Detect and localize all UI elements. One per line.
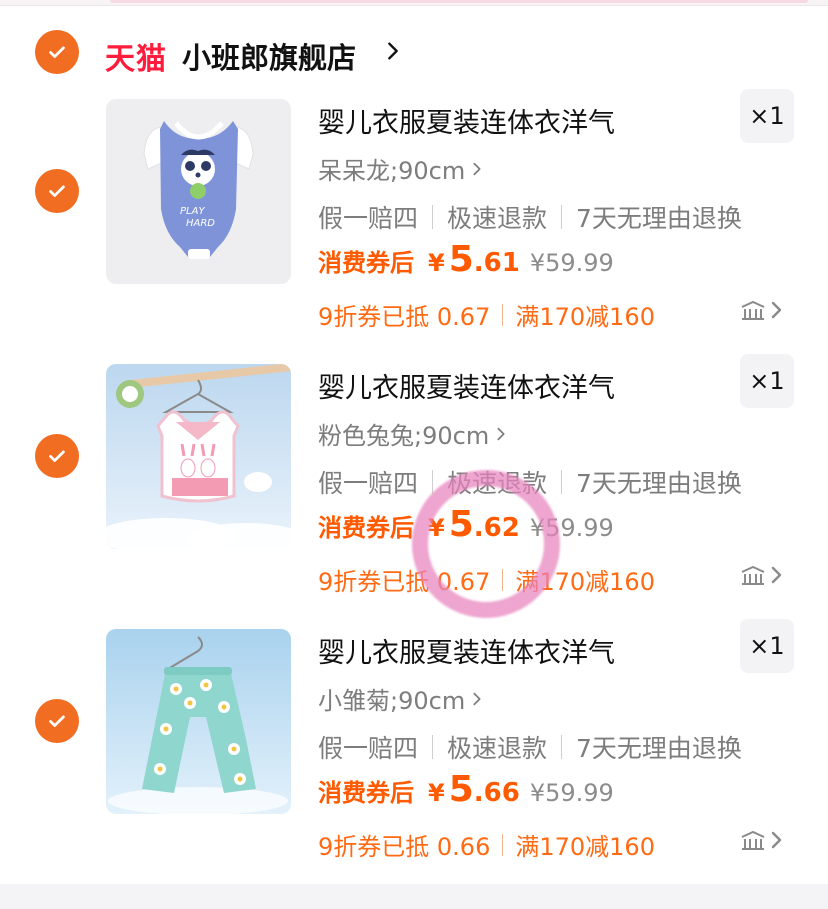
coupon-promo: 满170减160 bbox=[515, 568, 655, 596]
cart-item: 婴儿衣服夏装连体衣洋气 ×1 小雏菊;90cm 假一赔四 极速退款 7天无理由退… bbox=[0, 619, 828, 879]
service-tag: 极速退款 bbox=[447, 204, 548, 233]
chevron-right-icon bbox=[771, 566, 782, 584]
coupon-discount: 9折券已抵 0.66 bbox=[318, 833, 491, 861]
service-tag: 7天无理由退换 bbox=[576, 469, 742, 498]
service-tag: 假一赔四 bbox=[318, 734, 419, 763]
price-row: 消费券后 ¥ 5 .66 ¥59.99 bbox=[318, 769, 614, 810]
service-tag: 假一赔四 bbox=[318, 204, 419, 233]
item-select-checkbox[interactable] bbox=[35, 434, 79, 478]
price-decimal: .61 bbox=[473, 248, 520, 278]
price-detail-button[interactable] bbox=[740, 564, 784, 586]
price-row: 消费券后 ¥ 5 .62 ¥59.99 bbox=[318, 504, 614, 545]
coupon-row: 9折券已抵 0.67 满170减160 bbox=[318, 562, 655, 597]
svg-text:HARD: HARD bbox=[186, 218, 215, 229]
currency-symbol: ¥ bbox=[428, 779, 445, 807]
original-price: ¥59.99 bbox=[529, 249, 614, 277]
service-tag: 极速退款 bbox=[447, 469, 548, 498]
price-label: 消费券后 bbox=[318, 514, 414, 542]
price-label: 消费券后 bbox=[318, 779, 414, 807]
item-select-checkbox[interactable] bbox=[35, 699, 79, 743]
quantity-badge[interactable]: ×1 bbox=[740, 354, 794, 408]
service-tags: 假一赔四 极速退款 7天无理由退换 bbox=[318, 464, 742, 500]
price-decimal: .66 bbox=[473, 778, 520, 808]
bottom-divider-bar bbox=[0, 884, 828, 909]
currency-symbol: ¥ bbox=[428, 514, 445, 542]
product-image[interactable]: PLAY HARD bbox=[106, 99, 291, 284]
chevron-right-icon bbox=[473, 162, 481, 175]
quantity-badge[interactable]: ×1 bbox=[740, 619, 794, 673]
pants-image bbox=[106, 629, 291, 814]
price-integer: 5 bbox=[448, 239, 474, 280]
original-price: ¥59.99 bbox=[529, 514, 614, 542]
product-title[interactable]: 婴儿衣服夏装连体衣洋气 bbox=[318, 366, 615, 405]
service-tag: 7天无理由退换 bbox=[576, 204, 742, 233]
service-tag: 7天无理由退换 bbox=[576, 734, 742, 763]
sku-label: 呆呆龙;90cm bbox=[318, 157, 466, 185]
coupon-row: 9折券已抵 0.66 满170减160 bbox=[318, 827, 655, 862]
product-title[interactable]: 婴儿衣服夏装连体衣洋气 bbox=[318, 631, 615, 670]
price-decimal: .62 bbox=[473, 513, 520, 543]
service-tag: 极速退款 bbox=[447, 734, 548, 763]
quantity-badge[interactable]: ×1 bbox=[740, 89, 794, 143]
cart-item: 婴儿衣服夏装连体衣洋气 ×1 粉色兔兔;90cm 假一赔四 极速退款 7天无理由… bbox=[0, 354, 828, 614]
service-tags: 假一赔四 极速退款 7天无理由退换 bbox=[318, 199, 742, 235]
price-detail-icon bbox=[741, 830, 765, 850]
onesie-image: PLAY HARD bbox=[106, 99, 291, 284]
chevron-right-icon bbox=[771, 831, 782, 849]
price-label: 消费券后 bbox=[318, 249, 414, 277]
store-select-checkbox[interactable] bbox=[35, 30, 79, 74]
chevron-right-icon[interactable] bbox=[382, 40, 404, 62]
product-image[interactable] bbox=[106, 629, 291, 814]
chevron-right-icon bbox=[771, 301, 782, 319]
tmall-logo: 天猫 bbox=[105, 42, 167, 77]
sku-label: 小雏菊;90cm bbox=[318, 687, 466, 715]
price-detail-button[interactable] bbox=[740, 299, 784, 321]
chevron-right-icon bbox=[473, 692, 481, 705]
divider bbox=[110, 0, 808, 3]
product-title[interactable]: 婴儿衣服夏装连体衣洋气 bbox=[318, 101, 615, 140]
price-integer: 5 bbox=[448, 769, 474, 810]
vest-image bbox=[106, 364, 291, 549]
service-tags: 假一赔四 极速退款 7天无理由退换 bbox=[318, 729, 742, 765]
coupon-promo: 满170减160 bbox=[515, 303, 655, 331]
price-detail-icon bbox=[741, 565, 765, 585]
coupon-discount: 9折券已抵 0.67 bbox=[318, 303, 491, 331]
price-detail-button[interactable] bbox=[740, 829, 784, 851]
chevron-right-icon bbox=[497, 427, 505, 440]
sku-selector[interactable]: 粉色兔兔;90cm bbox=[318, 416, 509, 451]
checkmark-icon bbox=[49, 46, 65, 58]
top-edge bbox=[0, 0, 828, 6]
sku-selector[interactable]: 呆呆龙;90cm bbox=[318, 151, 485, 186]
currency-symbol: ¥ bbox=[428, 249, 445, 277]
item-select-checkbox[interactable] bbox=[35, 169, 79, 213]
price-detail-icon bbox=[741, 300, 765, 320]
coupon-promo: 满170减160 bbox=[515, 833, 655, 861]
checkmark-icon bbox=[49, 450, 65, 462]
cart-item: PLAY HARD 婴儿衣服夏装连体衣洋气 ×1 呆呆龙;90cm 假一赔四 极… bbox=[0, 89, 828, 349]
store-header[interactable]: 天猫 小班郎旗舰店 bbox=[0, 22, 828, 82]
sku-selector[interactable]: 小雏菊;90cm bbox=[318, 681, 485, 716]
svg-text:PLAY: PLAY bbox=[180, 206, 205, 217]
coupon-row: 9折券已抵 0.67 满170减160 bbox=[318, 297, 655, 332]
original-price: ¥59.99 bbox=[529, 779, 614, 807]
sku-label: 粉色兔兔;90cm bbox=[318, 422, 490, 450]
product-image[interactable] bbox=[106, 364, 291, 549]
price-integer: 5 bbox=[448, 504, 474, 545]
checkmark-icon bbox=[49, 715, 65, 727]
checkmark-icon bbox=[49, 185, 65, 197]
price-row: 消费券后 ¥ 5 .61 ¥59.99 bbox=[318, 239, 614, 280]
store-name[interactable]: 小班郎旗舰店 bbox=[182, 35, 356, 77]
service-tag: 假一赔四 bbox=[318, 469, 419, 498]
coupon-discount: 9折券已抵 0.67 bbox=[318, 568, 491, 596]
